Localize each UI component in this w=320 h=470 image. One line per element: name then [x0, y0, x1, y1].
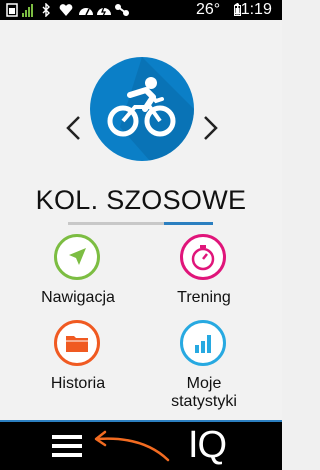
temperature: 26°	[196, 1, 221, 18]
gps-locked-icon	[6, 3, 18, 17]
power-icon	[97, 6, 111, 17]
connect-iq-button[interactable]: IQ	[188, 424, 227, 466]
heart-rate-icon	[59, 4, 73, 16]
history-label: Historia	[50, 375, 106, 392]
status-bar: 26° 11:19	[0, 0, 282, 20]
road-bike-icon	[107, 57, 194, 161]
profile-indicator-active	[164, 222, 213, 225]
bottom-divider	[0, 420, 282, 422]
menu-button[interactable]	[52, 433, 86, 459]
profile-name: KOL. SZOSOWE	[35, 185, 247, 215]
folder-icon	[54, 320, 100, 366]
navigation-arrow-icon	[54, 234, 100, 280]
signal-bars-icon	[22, 4, 33, 17]
bottom-bar: IQ	[0, 420, 282, 470]
chevron-right-icon	[204, 116, 218, 140]
speed-sensor-icon	[79, 8, 93, 16]
main-screen: KOL. SZOSOWE Nawigacja Trening Historia …	[0, 20, 282, 420]
navigation-label: Nawigacja	[41, 289, 115, 306]
previous-profile-button[interactable]	[60, 115, 86, 141]
stopwatch-icon	[180, 234, 226, 280]
clock: 11:19	[233, 1, 272, 18]
profile-indicator-track	[68, 222, 164, 225]
my-stats-label-line2: statystyki	[171, 393, 237, 410]
bluetooth-icon	[42, 3, 50, 17]
bar-chart-icon	[180, 320, 226, 366]
annotation-arrow-icon	[94, 430, 170, 462]
activity-profile-icon[interactable]	[90, 57, 194, 161]
my-stats-label-line1: Moje	[186, 375, 222, 392]
next-profile-button[interactable]	[198, 115, 224, 141]
hamburger-menu-icon	[52, 435, 82, 439]
cadence-icon	[115, 4, 129, 16]
training-label: Trening	[177, 289, 231, 306]
chevron-left-icon	[66, 116, 80, 140]
